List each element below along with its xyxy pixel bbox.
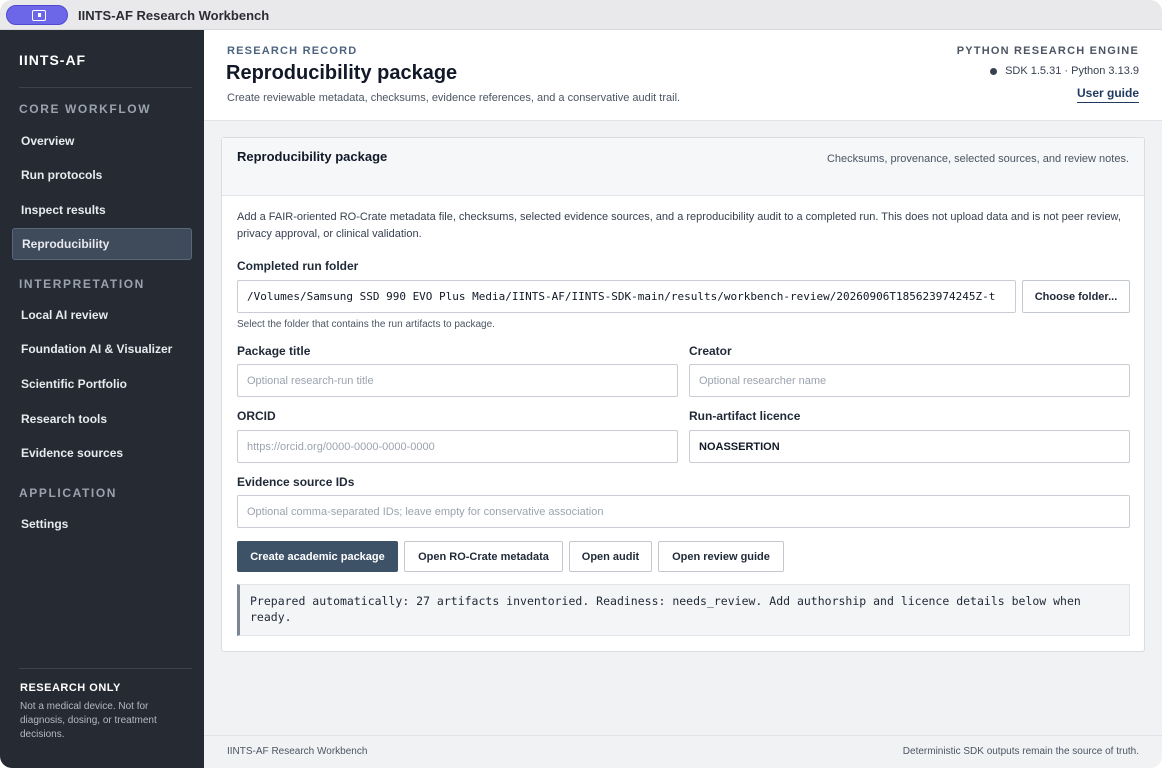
- title-bar: IINTS-AF Research Workbench: [0, 0, 1162, 30]
- run-folder-label: Completed run folder: [237, 259, 359, 273]
- choose-folder-button[interactable]: Choose folder...: [1022, 280, 1130, 313]
- card-intro: Add a FAIR-oriented RO-Crate metadata fi…: [237, 211, 1121, 240]
- status-log: Prepared automatically: 27 artifacts inv…: [237, 584, 1130, 636]
- page-eyebrow: RESEARCH RECORD: [227, 45, 358, 57]
- footer: IINTS-AF Research Workbench Deterministi…: [204, 735, 1162, 768]
- sidebar-item-scientific-portfolio[interactable]: Scientific Portfolio: [12, 368, 192, 400]
- orcid-input[interactable]: https://orcid.org/0000-0000-0000-0000: [237, 430, 678, 463]
- divider: [19, 87, 192, 88]
- footer-app-name: IINTS-AF Research Workbench: [227, 746, 368, 757]
- divider: [19, 668, 192, 669]
- sidebar-toggle-icon: [32, 10, 46, 21]
- section-label-interpretation: INTERPRETATION: [19, 277, 145, 291]
- user-guide-link[interactable]: User guide: [1076, 86, 1139, 103]
- sidebar: IINTS-AF CORE WORKFLOW Overview Run prot…: [0, 30, 204, 768]
- card-note: Checksums, provenance, selected sources,…: [826, 153, 1129, 165]
- sdk-version: SDK 1.5.31 · Python 3.13.9: [1005, 65, 1139, 77]
- run-folder-hint: Select the folder that contains the run …: [237, 319, 495, 330]
- open-audit-button[interactable]: Open audit: [569, 541, 652, 572]
- evidence-ids-label: Evidence source IDs: [237, 475, 355, 489]
- window-title: IINTS-AF Research Workbench: [78, 8, 270, 23]
- sidebar-toggle-button[interactable]: [6, 5, 68, 25]
- footer-note: Deterministic SDK outputs remain the sou…: [902, 746, 1139, 757]
- sidebar-item-inspect-results[interactable]: Inspect results: [12, 194, 192, 226]
- sidebar-item-run-protocols[interactable]: Run protocols: [12, 159, 192, 191]
- open-ro-crate-metadata-button[interactable]: Open RO-Crate metadata: [404, 541, 563, 572]
- evidence-ids-input[interactable]: Optional comma-separated IDs; leave empt…: [237, 495, 1130, 528]
- package-title-label: Package title: [237, 344, 311, 358]
- licence-label: Run-artifact licence: [689, 409, 801, 423]
- creator-input[interactable]: Optional researcher name: [689, 364, 1130, 397]
- sidebar-item-evidence-sources[interactable]: Evidence sources: [12, 437, 192, 469]
- card-header: Reproducibility package Checksums, prove…: [222, 138, 1144, 196]
- reproducibility-card: Reproducibility package Checksums, prove…: [221, 137, 1145, 652]
- sidebar-item-local-ai-review[interactable]: Local AI review: [12, 299, 192, 331]
- package-title-input[interactable]: Optional research-run title: [237, 364, 678, 397]
- page-subtitle: Create reviewable metadata, checksums, e…: [227, 92, 681, 104]
- licence-input[interactable]: NOASSERTION: [689, 430, 1130, 463]
- section-label-application: APPLICATION: [19, 486, 118, 500]
- status-dot-icon: [990, 67, 998, 75]
- research-only-notice: Not a medical device. Not for diagnosis,…: [20, 701, 157, 740]
- section-label-core-workflow: CORE WORKFLOW: [19, 102, 152, 116]
- page-header: RESEARCH RECORD Reproducibility package …: [204, 30, 1162, 121]
- app-window: IINTS-AF Research Workbench IINTS-AF COR…: [0, 0, 1162, 768]
- orcid-label: ORCID: [237, 409, 276, 423]
- creator-label: Creator: [689, 344, 732, 358]
- sidebar-item-settings[interactable]: Settings: [12, 508, 192, 540]
- sidebar-item-reproducibility[interactable]: Reproducibility: [12, 228, 192, 260]
- card-title: Reproducibility package: [237, 149, 388, 164]
- create-package-button[interactable]: Create academic package: [237, 541, 398, 572]
- open-review-guide-button[interactable]: Open review guide: [658, 541, 784, 572]
- page-title: Reproducibility package: [226, 62, 458, 84]
- engine-label: PYTHON RESEARCH ENGINE: [956, 45, 1139, 57]
- run-folder-input[interactable]: /Volumes/Samsung SSD 990 EVO Plus Media/…: [237, 280, 1016, 313]
- brand-logo: IINTS-AF: [19, 52, 87, 68]
- sdk-status: SDK 1.5.31 · Python 3.13.9: [990, 65, 1139, 77]
- sidebar-item-overview[interactable]: Overview: [12, 125, 192, 157]
- sidebar-item-foundation-ai-visualizer[interactable]: Foundation AI & Visualizer: [12, 333, 192, 365]
- research-only-title: RESEARCH ONLY: [20, 682, 121, 694]
- sidebar-item-research-tools[interactable]: Research tools: [12, 403, 192, 435]
